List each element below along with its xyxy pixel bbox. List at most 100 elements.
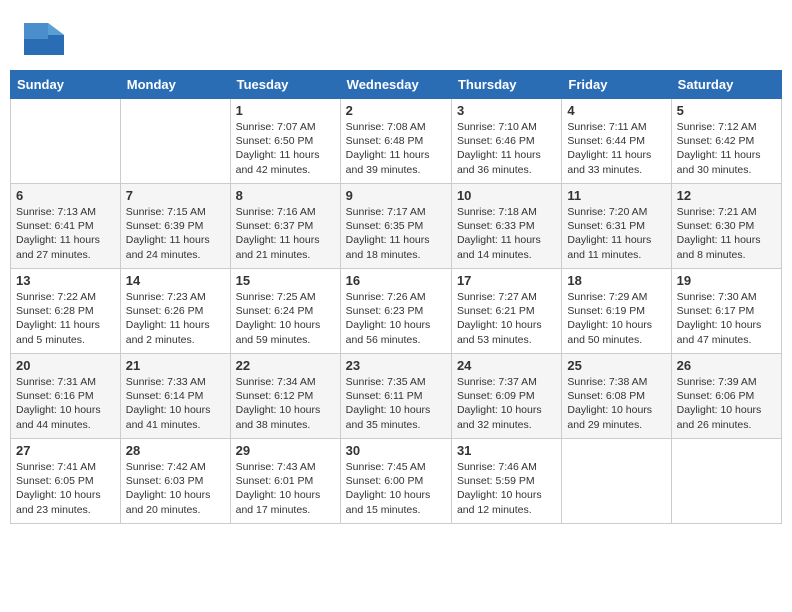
calendar-cell: 18Sunrise: 7:29 AMSunset: 6:19 PMDayligh… (562, 269, 671, 354)
sunrise-text: Sunrise: 7:16 AM (236, 205, 335, 219)
daylight-text: Daylight: 10 hours and 20 minutes. (126, 488, 225, 516)
col-header-saturday: Saturday (671, 71, 781, 99)
sunset-text: Sunset: 6:46 PM (457, 134, 556, 148)
calendar-table: SundayMondayTuesdayWednesdayThursdayFrid… (10, 70, 782, 524)
day-number: 6 (16, 188, 115, 203)
daylight-text: Daylight: 10 hours and 50 minutes. (567, 318, 665, 346)
calendar-cell: 6Sunrise: 7:13 AMSunset: 6:41 PMDaylight… (11, 184, 121, 269)
calendar-cell (120, 99, 230, 184)
sunrise-text: Sunrise: 7:37 AM (457, 375, 556, 389)
sunset-text: Sunset: 6:37 PM (236, 219, 335, 233)
logo-icon (20, 15, 60, 55)
calendar-week-row: 13Sunrise: 7:22 AMSunset: 6:28 PMDayligh… (11, 269, 782, 354)
sunrise-text: Sunrise: 7:13 AM (16, 205, 115, 219)
day-number: 22 (236, 358, 335, 373)
calendar-cell: 15Sunrise: 7:25 AMSunset: 6:24 PMDayligh… (230, 269, 340, 354)
calendar-week-row: 1Sunrise: 7:07 AMSunset: 6:50 PMDaylight… (11, 99, 782, 184)
daylight-text: Daylight: 11 hours and 2 minutes. (126, 318, 225, 346)
day-number: 21 (126, 358, 225, 373)
day-number: 16 (346, 273, 446, 288)
daylight-text: Daylight: 11 hours and 8 minutes. (677, 233, 776, 261)
sunset-text: Sunset: 6:48 PM (346, 134, 446, 148)
daylight-text: Daylight: 10 hours and 29 minutes. (567, 403, 665, 431)
daylight-text: Daylight: 10 hours and 53 minutes. (457, 318, 556, 346)
calendar-cell (671, 439, 781, 524)
calendar-cell: 17Sunrise: 7:27 AMSunset: 6:21 PMDayligh… (451, 269, 561, 354)
daylight-text: Daylight: 10 hours and 32 minutes. (457, 403, 556, 431)
sunset-text: Sunset: 6:09 PM (457, 389, 556, 403)
page-header (10, 10, 782, 60)
day-number: 1 (236, 103, 335, 118)
daylight-text: Daylight: 11 hours and 24 minutes. (126, 233, 225, 261)
calendar-cell: 24 Sunrise: 7:37 AMSunset: 6:09 PMDayligh… (451, 354, 561, 439)
daylight-text: Daylight: 11 hours and 11 minutes. (567, 233, 665, 261)
day-number: 27 (16, 443, 115, 458)
sunrise-text: Sunrise: 7:07 AM (236, 120, 335, 134)
day-number: 4 (567, 103, 665, 118)
day-number: 24 (457, 358, 556, 373)
sunset-text: Sunset: 6:03 PM (126, 474, 225, 488)
daylight-text: Daylight: 10 hours and 47 minutes. (677, 318, 776, 346)
calendar-cell: 13Sunrise: 7:22 AMSunset: 6:28 PMDayligh… (11, 269, 121, 354)
calendar-week-row: 20Sunrise: 7:31 AMSunset: 6:16 PMDayligh… (11, 354, 782, 439)
calendar-cell: 10Sunrise: 7:18 AMSunset: 6:33 PMDayligh… (451, 184, 561, 269)
calendar-cell: 26Sunrise: 7:39 AMSunset: 6:06 PMDayligh… (671, 354, 781, 439)
daylight-text: Daylight: 11 hours and 18 minutes. (346, 233, 446, 261)
calendar-cell: 29Sunrise: 7:43 AMSunset: 6:01 PMDayligh… (230, 439, 340, 524)
day-number: 11 (567, 188, 665, 203)
calendar-cell: 23Sunrise: 7:35 AMSunset: 6:11 PMDayligh… (340, 354, 451, 439)
calendar-cell: 30Sunrise: 7:45 AMSunset: 6:00 PMDayligh… (340, 439, 451, 524)
col-header-friday: Friday (562, 71, 671, 99)
calendar-cell: 28Sunrise: 7:42 AMSunset: 6:03 PMDayligh… (120, 439, 230, 524)
calendar-cell: 4 Sunrise: 7:11 AMSunset: 6:44 PMDaylight… (562, 99, 671, 184)
sunset-text: Sunset: 6:30 PM (677, 219, 776, 233)
day-number: 14 (126, 273, 225, 288)
col-header-thursday: Thursday (451, 71, 561, 99)
sunset-text: Sunset: 6:31 PM (567, 219, 665, 233)
calendar-cell: 9Sunrise: 7:17 AMSunset: 6:35 PMDaylight… (340, 184, 451, 269)
daylight-text: Daylight: 11 hours and 21 minutes. (236, 233, 335, 261)
day-number: 23 (346, 358, 446, 373)
sunset-text: Sunset: 6:14 PM (126, 389, 225, 403)
sunrise-text: Sunrise: 7:43 AM (236, 460, 335, 474)
day-number: 5 (677, 103, 776, 118)
sunset-text: Sunset: 5:59 PM (457, 474, 556, 488)
day-number: 3 (457, 103, 556, 118)
calendar-week-row: 27Sunrise: 7:41 AMSunset: 6:05 PMDayligh… (11, 439, 782, 524)
calendar-week-row: 6Sunrise: 7:13 AMSunset: 6:41 PMDaylight… (11, 184, 782, 269)
day-number: 26 (677, 358, 776, 373)
sunset-text: Sunset: 6:33 PM (457, 219, 556, 233)
day-number: 25 (567, 358, 665, 373)
sunset-text: Sunset: 6:17 PM (677, 304, 776, 318)
sunset-text: Sunset: 6:28 PM (16, 304, 115, 318)
daylight-text: Daylight: 11 hours and 42 minutes. (236, 148, 335, 176)
calendar-cell: 21Sunrise: 7:33 AMSunset: 6:14 PMDayligh… (120, 354, 230, 439)
col-header-monday: Monday (120, 71, 230, 99)
sunrise-text: Sunrise: 7:38 AM (567, 375, 665, 389)
calendar-cell: 7Sunrise: 7:15 AMSunset: 6:39 PMDaylight… (120, 184, 230, 269)
col-header-wednesday: Wednesday (340, 71, 451, 99)
sunrise-text: Sunrise: 7:27 AM (457, 290, 556, 304)
daylight-text: Daylight: 11 hours and 39 minutes. (346, 148, 446, 176)
sunset-text: Sunset: 6:44 PM (567, 134, 665, 148)
sunset-text: Sunset: 6:39 PM (126, 219, 225, 233)
sunrise-text: Sunrise: 7:33 AM (126, 375, 225, 389)
daylight-text: Daylight: 10 hours and 12 minutes. (457, 488, 556, 516)
calendar-cell: 25Sunrise: 7:38 AMSunset: 6:08 PMDayligh… (562, 354, 671, 439)
sunset-text: Sunset: 6:19 PM (567, 304, 665, 318)
sunrise-text: Sunrise: 7:20 AM (567, 205, 665, 219)
daylight-text: Daylight: 10 hours and 26 minutes. (677, 403, 776, 431)
sunset-text: Sunset: 6:35 PM (346, 219, 446, 233)
calendar-cell: 5Sunrise: 7:12 AMSunset: 6:42 PMDaylight… (671, 99, 781, 184)
sunrise-text: Sunrise: 7:18 AM (457, 205, 556, 219)
sunrise-text: Sunrise: 7:15 AM (126, 205, 225, 219)
day-number: 13 (16, 273, 115, 288)
daylight-text: Daylight: 11 hours and 33 minutes. (567, 148, 665, 176)
day-number: 19 (677, 273, 776, 288)
calendar-cell: 1Sunrise: 7:07 AMSunset: 6:50 PMDaylight… (230, 99, 340, 184)
calendar-cell: 16Sunrise: 7:26 AMSunset: 6:23 PMDayligh… (340, 269, 451, 354)
sunset-text: Sunset: 6:16 PM (16, 389, 115, 403)
calendar-cell: 20Sunrise: 7:31 AMSunset: 6:16 PMDayligh… (11, 354, 121, 439)
sunrise-text: Sunrise: 7:11 AM (567, 120, 665, 134)
sunrise-text: Sunrise: 7:10 AM (457, 120, 556, 134)
